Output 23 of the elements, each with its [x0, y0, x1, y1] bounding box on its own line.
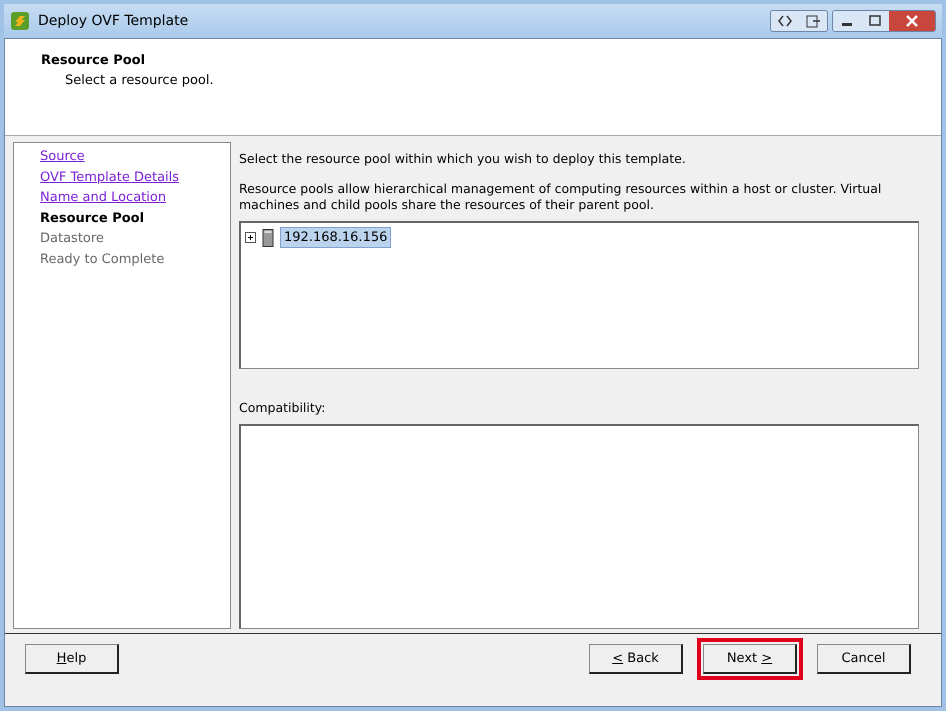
wizard-step: Datastore: [40, 229, 230, 250]
wizard-step[interactable]: OVF Template Details: [40, 168, 230, 188]
page-title: Resource Pool: [41, 52, 146, 70]
wizard-step: Resource Pool: [40, 208, 230, 229]
server-icon: [262, 228, 274, 246]
description-text: Resource pools allow hierarchical management of computing resources within a host or cluster. Virtual machines and child pools share the resources of their parent pool.: [239, 180, 882, 213]
wizard-step[interactable]: Name and Location: [40, 188, 230, 208]
minimize-icon[interactable]: [833, 11, 861, 31]
close-icon[interactable]: [889, 11, 935, 31]
dialog-button[interactable]: < Back: [589, 644, 683, 674]
window-title: Deploy OVF Template: [38, 12, 188, 30]
expand-icon[interactable]: [245, 232, 256, 243]
app-icon: [10, 11, 30, 31]
wizard-step[interactable]: Source: [40, 147, 230, 168]
page-subtitle: Select a resource pool.: [65, 72, 215, 90]
dialog-button[interactable]: Next >: [703, 644, 797, 674]
maximize-icon[interactable]: [861, 11, 889, 31]
compatibility-label: Compatibility:: [239, 398, 326, 417]
dialog-button[interactable]: Cancel: [817, 644, 911, 674]
wizard-step: Ready to Complete: [40, 250, 230, 270]
dialog-button[interactable]: Help: [25, 644, 119, 674]
instruction-text: Select the resource pool within which you wish to deploy this template.: [239, 150, 687, 168]
tree-node[interactable]: 192.168.16.156: [280, 226, 392, 248]
